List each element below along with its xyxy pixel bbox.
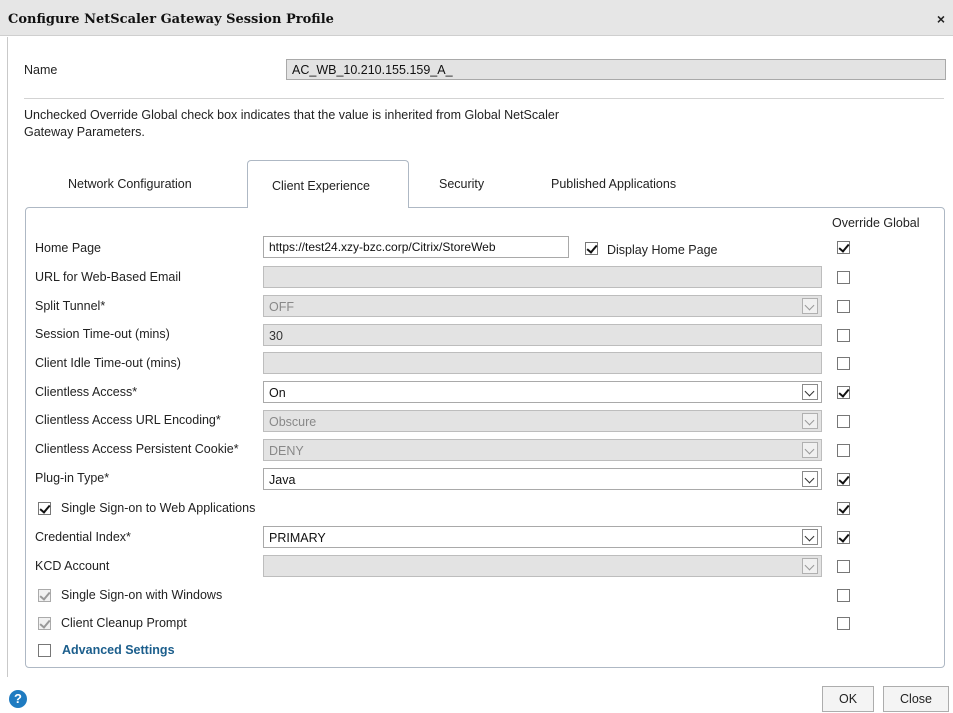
credential-index-value: PRIMARY — [269, 531, 326, 545]
info-text: Unchecked Override Global check box indi… — [24, 108, 559, 139]
web-email-label: URL for Web-Based Email — [35, 270, 181, 284]
override-sso-web-checkbox[interactable] — [837, 502, 850, 515]
chevron-down-icon — [802, 384, 818, 400]
cleanup-prompt-checkbox[interactable] — [38, 617, 51, 630]
override-idle-timeout-checkbox[interactable] — [837, 357, 850, 370]
session-timeout-input[interactable]: 30 — [263, 324, 822, 346]
clientless-access-label: Clientless Access* — [35, 385, 138, 399]
credential-index-label: Credential Index* — [35, 530, 131, 544]
home-page-input[interactable]: https://test24.xzy-bzc.corp/Citrix/Store… — [263, 236, 569, 258]
name-label: Name — [24, 63, 58, 77]
advanced-settings-checkbox[interactable] — [38, 644, 51, 657]
chevron-down-icon — [802, 298, 818, 314]
split-tunnel-select[interactable]: OFF — [263, 295, 822, 317]
override-session-timeout-checkbox[interactable] — [837, 329, 850, 342]
chevron-down-icon — [802, 471, 818, 487]
sso-web-checkbox[interactable] — [38, 502, 51, 515]
home-page-label: Home Page — [35, 241, 102, 255]
override-persistent-cookie-checkbox[interactable] — [837, 444, 850, 457]
override-global-header: Override Global — [832, 216, 920, 230]
display-home-page-label: Display Home Page — [607, 243, 718, 257]
tab-published-applications[interactable]: Published Applications — [551, 177, 676, 191]
clientless-access-select[interactable]: On — [263, 381, 822, 403]
sso-web-label: Single Sign-on to Web Applications — [61, 501, 256, 515]
sso-windows-label: Single Sign-on with Windows — [61, 588, 223, 602]
title-bar: Configure NetScaler Gateway Session Prof… — [0, 0, 953, 36]
override-url-encoding-checkbox[interactable] — [837, 415, 850, 428]
chevron-down-icon — [802, 529, 818, 545]
url-encoding-label: Clientless Access URL Encoding* — [35, 413, 221, 427]
tab-security[interactable]: Security — [439, 177, 484, 191]
sso-windows-checkbox[interactable] — [38, 589, 51, 602]
plugin-type-select[interactable]: Java — [263, 468, 822, 490]
override-split-tunnel-checkbox[interactable] — [837, 300, 850, 313]
tab-network-configuration[interactable]: Network Configuration — [68, 177, 192, 191]
name-field[interactable]: AC_WB_10.210.155.159_A_ — [286, 59, 946, 80]
override-sso-windows-checkbox[interactable] — [837, 589, 850, 602]
split-tunnel-value: OFF — [269, 300, 294, 314]
override-cleanup-prompt-checkbox[interactable] — [837, 617, 850, 630]
session-timeout-label: Session Time-out (mins) — [35, 327, 170, 341]
plugin-type-label: Plug-in Type* — [35, 471, 110, 485]
display-home-page-checkbox[interactable] — [585, 242, 598, 255]
override-credential-index-checkbox[interactable] — [837, 531, 850, 544]
idle-timeout-input[interactable] — [263, 352, 822, 374]
override-kcd-account-checkbox[interactable] — [837, 560, 850, 573]
help-icon[interactable]: ? — [9, 690, 27, 708]
url-encoding-value: Obscure — [269, 415, 317, 429]
close-button[interactable]: Close — [883, 686, 949, 712]
ok-button[interactable]: OK — [822, 686, 874, 712]
web-email-input[interactable] — [263, 266, 822, 288]
url-encoding-select[interactable]: Obscure — [263, 410, 822, 432]
plugin-type-value: Java — [269, 473, 296, 487]
persistent-cookie-label: Clientless Access Persistent Cookie* — [35, 442, 239, 456]
chevron-down-icon — [802, 413, 818, 429]
split-tunnel-label: Split Tunnel* — [35, 299, 106, 313]
kcd-account-select[interactable] — [263, 555, 822, 577]
chevron-down-icon — [802, 442, 818, 458]
chevron-down-icon — [802, 558, 818, 574]
advanced-settings-link[interactable]: Advanced Settings — [62, 643, 175, 657]
close-icon[interactable]: × — [937, 11, 945, 27]
override-clientless-access-checkbox[interactable] — [837, 386, 850, 399]
credential-index-select[interactable]: PRIMARY — [263, 526, 822, 548]
override-home-page-checkbox[interactable] — [837, 241, 850, 254]
override-web-email-checkbox[interactable] — [837, 271, 850, 284]
clientless-access-value: On — [269, 386, 286, 400]
persistent-cookie-value: DENY — [269, 444, 304, 458]
persistent-cookie-select[interactable]: DENY — [263, 439, 822, 461]
kcd-account-label: KCD Account — [35, 559, 110, 573]
cleanup-prompt-label: Client Cleanup Prompt — [61, 616, 187, 630]
divider — [24, 98, 944, 99]
tab-client-experience[interactable]: Client Experience — [272, 179, 370, 193]
idle-timeout-label: Client Idle Time-out (mins) — [35, 356, 181, 370]
dialog-title: Configure NetScaler Gateway Session Prof… — [8, 12, 334, 27]
override-plugin-type-checkbox[interactable] — [837, 473, 850, 486]
